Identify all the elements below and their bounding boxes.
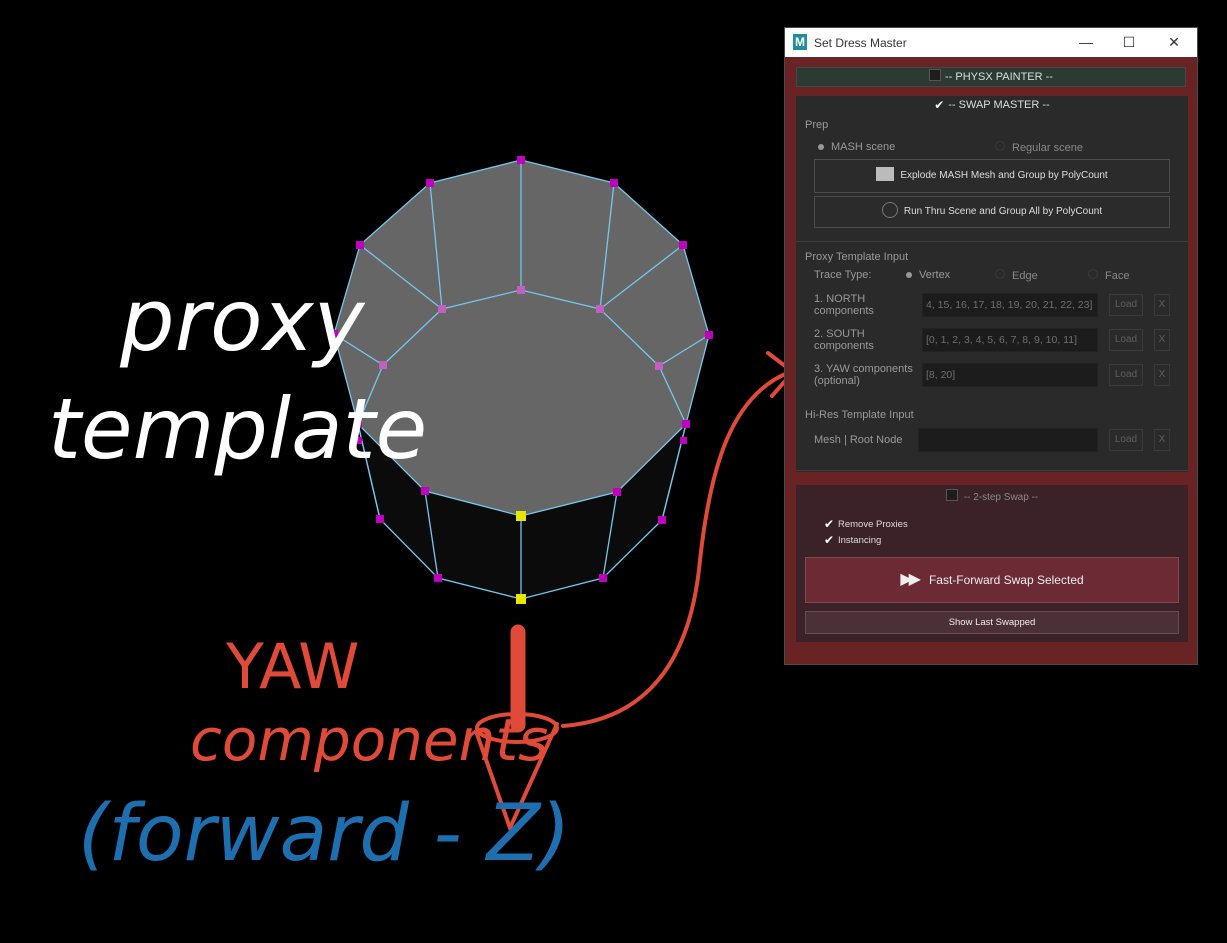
south-components-label: 2. SOUTH components <box>814 328 874 352</box>
mash-scene-radio[interactable]: MASH scene <box>817 141 895 153</box>
title-bar[interactable]: M Set Dress Master — ☐ ✕ <box>785 28 1197 57</box>
mesh-root-node-field[interactable] <box>918 428 1098 452</box>
window-title: Set Dress Master <box>814 36 907 50</box>
swap-master-panel: ✔ -- SWAP MASTER -- Prep MASH scene Regul… <box>796 96 1188 472</box>
hires-load-button[interactable]: Load <box>1109 429 1143 451</box>
physx-painter-checkbox[interactable] <box>929 69 941 81</box>
close-button[interactable]: ✕ <box>1152 30 1196 54</box>
radio-selected-icon <box>818 144 824 150</box>
swap-master-label: -- SWAP MASTER -- <box>948 99 1050 111</box>
maximize-button[interactable]: ☐ <box>1107 30 1151 54</box>
trace-vertex-radio[interactable]: Vertex <box>905 269 950 281</box>
proxy-label-line2: template <box>48 380 427 478</box>
radio-unselected-icon <box>995 141 1005 151</box>
north-components-field[interactable]: 4, 15, 16, 17, 18, 19, 20, 21, 22, 23] <box>922 293 1098 317</box>
proxy-label-line1: proxy <box>119 271 365 371</box>
hires-template-heading: Hi-Res Template Input <box>805 409 914 421</box>
separator <box>796 470 1188 471</box>
fast-forward-swap-button[interactable]: ▶▶ Fast-Forward Swap Selected <box>805 557 1179 603</box>
yaw-label-line1: YAW <box>225 630 359 703</box>
globe-icon <box>881 202 898 218</box>
two-step-swap-panel: -- 2-step Swap -- ✔ Remove Proxies ✔ Insta… <box>796 485 1188 642</box>
trace-type-label: Trace Type: <box>814 269 872 281</box>
mesh-root-node-label: Mesh | Root Node <box>814 434 903 446</box>
radio-selected-icon <box>906 272 912 278</box>
south-load-button[interactable]: Load <box>1109 329 1143 351</box>
south-components-field[interactable]: [0, 1, 2, 3, 4, 5, 6, 7, 8, 9, 10, 11] <box>922 328 1098 352</box>
yaw-clear-button[interactable]: X <box>1154 364 1170 386</box>
two-step-checkbox[interactable] <box>945 489 958 501</box>
north-load-button[interactable]: Load <box>1109 294 1143 316</box>
trace-face-radio[interactable]: Face <box>1088 269 1129 282</box>
south-clear-button[interactable]: X <box>1154 329 1170 351</box>
trace-edge-radio[interactable]: Edge <box>995 269 1038 282</box>
separator <box>796 241 1188 242</box>
proxy-template-heading: Proxy Template Input <box>805 251 909 263</box>
physx-painter-header[interactable]: -- PHYSX PAINTER -- <box>796 67 1186 87</box>
swap-master-checkbox[interactable]: ✔ <box>934 99 944 111</box>
hires-clear-button[interactable]: X <box>1154 429 1170 451</box>
show-last-swapped-button[interactable]: Show Last Swapped <box>805 611 1179 634</box>
remove-proxies-checkbox[interactable]: ✔ Remove Proxies <box>824 518 908 530</box>
physx-painter-label: -- PHYSX PAINTER -- <box>945 71 1053 83</box>
north-components-label: 1. NORTH components <box>814 293 874 317</box>
yaw-components-field[interactable]: [8, 20] <box>922 363 1098 387</box>
fast-forward-icon: ▶▶ <box>900 571 921 588</box>
set-dress-master-window: M Set Dress Master — ☐ ✕ -- PHYSX PAINTE… <box>784 27 1198 665</box>
instancing-checkbox[interactable]: ✔ Instancing <box>824 534 881 546</box>
two-step-label: -- 2-step Swap -- <box>963 492 1039 503</box>
run-thru-scene-button[interactable]: Run Thru Scene and Group All by PolyCoun… <box>814 196 1170 228</box>
two-step-header[interactable]: -- 2-step Swap -- <box>796 489 1188 507</box>
radio-unselected-icon <box>995 269 1005 279</box>
regular-scene-radio[interactable]: Regular scene <box>995 141 1083 154</box>
explode-mash-button[interactable]: Explode MASH Mesh and Group by PolyCount <box>814 159 1170 193</box>
yaw-components-label: 3. YAW components (optional) <box>814 363 913 387</box>
radio-unselected-icon <box>1088 269 1098 279</box>
maya-logo-icon: M <box>793 34 807 50</box>
north-clear-button[interactable]: X <box>1154 294 1170 316</box>
forward-z-label: (forward - Z) <box>78 789 570 879</box>
swap-master-header[interactable]: ✔ -- SWAP MASTER -- <box>796 96 1188 114</box>
prep-heading: Prep <box>805 119 829 131</box>
yaw-load-button[interactable]: Load <box>1109 364 1143 386</box>
minimize-button[interactable]: — <box>1064 30 1108 54</box>
mesh-image-icon <box>876 167 895 181</box>
